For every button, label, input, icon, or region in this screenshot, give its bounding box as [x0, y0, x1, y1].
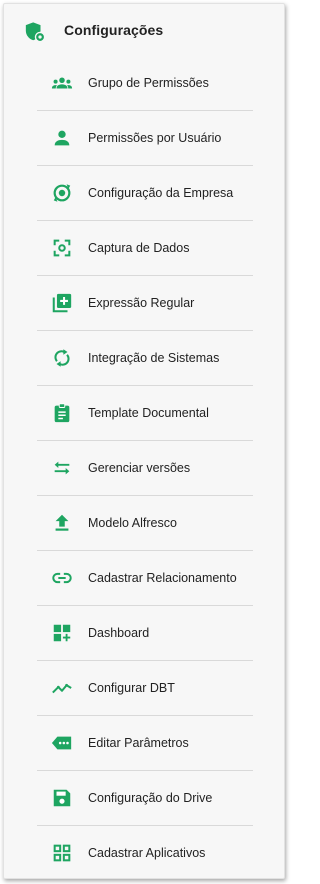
- menu-item-label: Dashboard: [88, 626, 150, 640]
- menu-item-configurar-dbt[interactable]: Configurar DBT: [37, 660, 253, 715]
- person-icon: [51, 127, 73, 149]
- menu-item-modelo-alfresco[interactable]: Modelo Alfresco: [37, 495, 253, 550]
- menu-item-label: Expressão Regular: [88, 296, 195, 310]
- library-add-icon: [51, 292, 73, 314]
- shield-settings-icon: [24, 21, 46, 43]
- clipboard-icon: [51, 402, 73, 424]
- menu-item-gerenciar-versoes[interactable]: Gerenciar versões: [37, 440, 253, 495]
- group-icon: [51, 72, 73, 94]
- menu-item-grupo-permissoes[interactable]: Grupo de Permissões: [37, 56, 253, 110]
- menu-item-captura-dados[interactable]: Captura de Dados: [37, 220, 253, 275]
- menu-item-label: Cadastrar Aplicativos: [88, 846, 206, 860]
- menu-item-cadastrar-aplicativos[interactable]: Cadastrar Aplicativos: [37, 825, 253, 880]
- sync-icon: [51, 347, 73, 369]
- menu-item-editar-parametros[interactable]: Editar Parâmetros: [37, 715, 253, 770]
- save-icon: [51, 787, 73, 809]
- menu-item-label: Cadastrar Relacionamento: [88, 571, 237, 585]
- center-focus-icon: [51, 237, 73, 259]
- menu-item-cadastrar-relacionamento[interactable]: Cadastrar Relacionamento: [37, 550, 253, 605]
- menu-item-label: Editar Parâmetros: [88, 736, 189, 750]
- menu-item-label: Configuração do Drive: [88, 791, 213, 805]
- settings-sync-icon: [51, 182, 73, 204]
- menu-item-label: Configuração da Empresa: [88, 186, 234, 200]
- menu-item-expressao-regular[interactable]: Expressão Regular: [37, 275, 253, 330]
- settings-panel: Configurações Grupo de Permissões Permis…: [3, 3, 285, 879]
- menu-item-label: Captura de Dados: [88, 241, 190, 255]
- menu-item-configuracao-empresa[interactable]: Configuração da Empresa: [37, 165, 253, 220]
- menu-item-configuracao-drive[interactable]: Configuração do Drive: [37, 770, 253, 825]
- menu-item-label: Configurar DBT: [88, 681, 175, 695]
- menu-item-integracao-sistemas[interactable]: Integração de Sistemas: [37, 330, 253, 385]
- menu-item-label: Grupo de Permissões: [88, 76, 209, 90]
- dashboard-add-icon: [51, 622, 73, 644]
- trending-icon: [51, 677, 73, 699]
- panel-header: Configurações: [4, 4, 284, 59]
- link-icon: [51, 567, 73, 589]
- tag-more-icon: [51, 732, 73, 754]
- menu-item-label: Integração de Sistemas: [88, 351, 220, 365]
- menu-item-label: Modelo Alfresco: [88, 516, 177, 530]
- upload-icon: [51, 512, 73, 534]
- menu-item-template-documental[interactable]: Template Documental: [37, 385, 253, 440]
- panel-title: Configurações: [64, 22, 164, 38]
- settings-menu: Grupo de Permissões Permissões por Usuár…: [37, 56, 253, 880]
- swap-arrows-icon: [51, 457, 73, 479]
- menu-item-label: Template Documental: [88, 406, 209, 420]
- apps-grid-icon: [51, 842, 73, 864]
- menu-item-permissoes-usuario[interactable]: Permissões por Usuário: [37, 110, 253, 165]
- menu-item-dashboard[interactable]: Dashboard: [37, 605, 253, 660]
- menu-item-label: Permissões por Usuário: [88, 131, 222, 145]
- menu-item-label: Gerenciar versões: [88, 461, 191, 475]
